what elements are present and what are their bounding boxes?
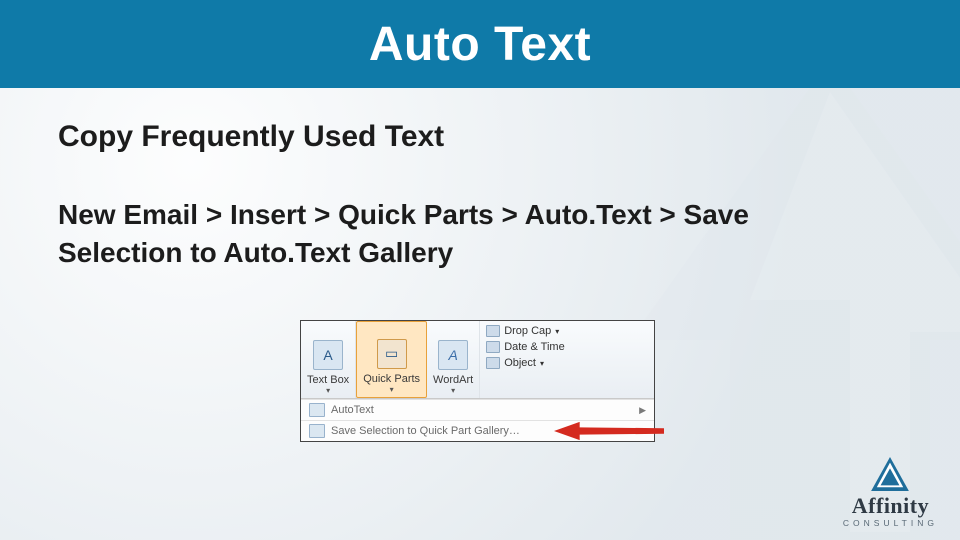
brand-subtitle: CONSULTING: [843, 518, 938, 528]
menu-item-label: Save Selection to Quick Part Gallery…: [331, 425, 520, 437]
quick-parts-icon: ▭: [377, 339, 407, 369]
ribbon-small-label: Date & Time: [504, 341, 565, 353]
red-arrow-icon: [554, 419, 664, 443]
ribbon-small-date-time[interactable]: Date & Time: [486, 341, 648, 353]
ribbon-small-label: Object: [504, 357, 536, 369]
chevron-down-icon: ▾: [555, 327, 559, 336]
brand-name: Affinity: [852, 493, 929, 519]
autotext-icon: [309, 403, 325, 417]
ribbon-item-label: Quick Parts: [363, 373, 420, 385]
ribbon-small-label: Drop Cap: [504, 325, 551, 337]
brand-logo: Affinity CONSULTING: [843, 457, 938, 528]
wordart-icon: A: [438, 340, 468, 370]
chevron-down-icon: ▾: [540, 359, 544, 368]
ribbon-item-label: Text Box: [307, 374, 349, 386]
chevron-down-icon: ▾: [326, 386, 330, 395]
slide: Auto Text Copy Frequently Used Text New …: [0, 0, 960, 540]
ribbon-small-object[interactable]: Object ▾: [486, 357, 648, 369]
ribbon-screenshot: A Text Box ▾ ▭ Quick Parts ▾ A WordArt ▾…: [300, 320, 655, 442]
object-icon: [486, 357, 500, 369]
chevron-down-icon: ▾: [390, 385, 394, 394]
title-bar: Auto Text: [0, 0, 960, 88]
ribbon-dropdown: AutoText ▶ Save Selection to Quick Part …: [301, 399, 654, 441]
subtitle: Copy Frequently Used Text: [58, 120, 902, 154]
menu-item-save-selection[interactable]: Save Selection to Quick Part Gallery…: [301, 420, 654, 441]
save-gallery-icon: [309, 424, 325, 438]
date-time-icon: [486, 341, 500, 353]
ribbon-item-label: WordArt: [433, 374, 473, 386]
ribbon-item-quick-parts[interactable]: ▭ Quick Parts ▾: [356, 321, 427, 398]
drop-cap-icon: [486, 325, 500, 337]
menu-item-label: AutoText: [331, 404, 374, 416]
ribbon-item-wordart[interactable]: A WordArt ▾: [427, 321, 480, 398]
ribbon-item-text-box[interactable]: A Text Box ▾: [301, 321, 356, 398]
ribbon-small-column: Drop Cap ▾ Date & Time Object ▾: [480, 321, 654, 398]
menu-item-autotext[interactable]: AutoText ▶: [301, 399, 654, 420]
chevron-right-icon: ▶: [639, 405, 646, 416]
breadcrumb-path: New Email > Insert > Quick Parts > Auto.…: [58, 196, 858, 272]
affinity-mark-icon: [871, 457, 909, 491]
content-area: Copy Frequently Used Text New Email > In…: [0, 88, 960, 272]
ribbon-small-drop-cap[interactable]: Drop Cap ▾: [486, 325, 648, 337]
text-box-icon: A: [313, 340, 343, 370]
chevron-down-icon: ▾: [451, 386, 455, 395]
slide-title: Auto Text: [369, 17, 591, 72]
ribbon-top-row: A Text Box ▾ ▭ Quick Parts ▾ A WordArt ▾…: [301, 321, 654, 399]
